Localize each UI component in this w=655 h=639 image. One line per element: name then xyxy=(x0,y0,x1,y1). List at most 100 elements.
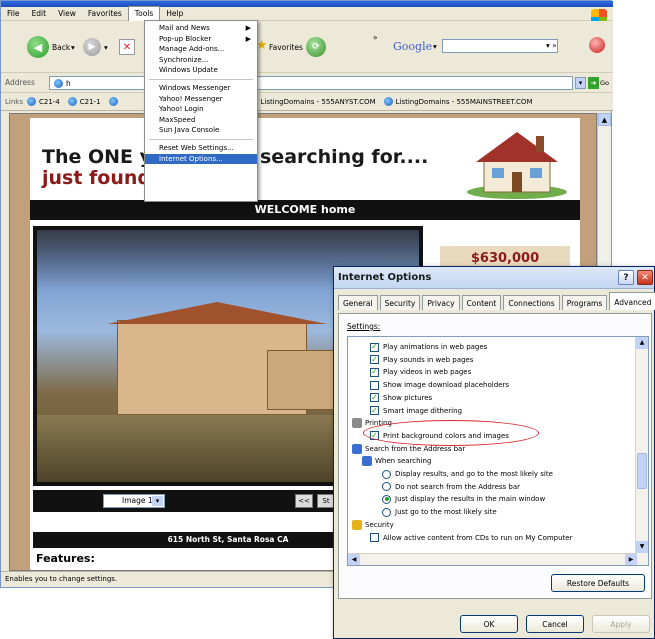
menu-edit[interactable]: Edit xyxy=(26,7,53,21)
cancel-button[interactable]: Cancel xyxy=(526,615,584,633)
radio-button-icon[interactable] xyxy=(382,507,391,517)
ie-page-icon xyxy=(383,97,393,106)
setting-label: Show pictures xyxy=(383,393,433,402)
close-button[interactable]: ✕ xyxy=(637,270,653,285)
toolbar-extra-icon[interactable] xyxy=(589,37,605,53)
setting-checkbox-show-pictures[interactable]: ✓ Show pictures xyxy=(370,392,432,404)
setting-radio-just-display-the-results-in-the-main-window[interactable]: Just display the results in the main win… xyxy=(382,493,545,505)
history-icon[interactable]: ⟳ xyxy=(306,37,326,57)
setting-label: Display results, and go to the most like… xyxy=(395,470,553,478)
menu-item-sun-java-console[interactable]: Sun Java Console xyxy=(145,125,257,136)
headline-part1: The ONE y xyxy=(42,146,153,168)
lock-icon xyxy=(352,519,362,530)
image-select[interactable]: Image 1 ▾ xyxy=(103,494,165,508)
scroll-up-icon[interactable]: ▲ xyxy=(636,337,648,349)
tab-connections[interactable]: Connections xyxy=(503,295,560,310)
menu-item-maxspeed[interactable]: MaxSpeed xyxy=(145,115,257,126)
checkmark-icon[interactable]: ✓ xyxy=(370,342,379,352)
menu-item-pop-up-blocker[interactable]: Pop-up Blocker ▶ xyxy=(145,34,257,45)
back-button[interactable]: ◀ xyxy=(27,36,49,58)
scroll-down-icon[interactable]: ▼ xyxy=(636,541,648,553)
menu-item-yahoo-messenger[interactable]: Yahoo! Messenger xyxy=(145,94,257,105)
menu-item-windows-messenger[interactable]: Windows Messenger xyxy=(145,83,257,94)
menu-item-windows-update[interactable]: Windows Update xyxy=(145,65,257,76)
scroll-up-icon[interactable]: ▲ xyxy=(598,113,611,126)
setting-checkbox-play-sounds-in-web-pages[interactable]: ✓ Play sounds in web pages xyxy=(370,354,473,366)
checkmark-icon[interactable]: ✓ xyxy=(370,406,379,415)
menu-favorites[interactable]: Favorites xyxy=(82,7,128,21)
checkmark-icon[interactable]: ✓ xyxy=(370,367,379,377)
scroll-right-icon[interactable]: ▶ xyxy=(625,554,637,565)
back-dropdown-icon[interactable]: ▾ xyxy=(71,43,75,52)
links-bar: Links C21-4 C21-1 ListingDomains - 555AN… xyxy=(1,93,613,111)
menu-file[interactable]: File xyxy=(1,7,26,21)
highlight-ellipse xyxy=(363,420,539,446)
list-scrollbar[interactable]: ▲ ▼ xyxy=(635,337,648,565)
menu-view[interactable]: View xyxy=(52,7,82,21)
list-hscrollbar[interactable]: ◀ ▶ xyxy=(348,553,637,565)
address-dropdown-icon[interactable]: ▾ xyxy=(575,77,586,89)
setting-radio-just-go-to-the-most-likely-site[interactable]: Just go to the most likely site xyxy=(382,506,497,518)
checkbox-empty-icon[interactable] xyxy=(370,533,379,542)
menu-item-manage-add-ons[interactable]: Manage Add-ons... xyxy=(145,44,257,55)
link-c21-4[interactable]: C21-4 xyxy=(26,97,60,106)
status-text: Enables you to change settings. xyxy=(5,575,118,583)
forward-dropdown-icon[interactable]: ▾ xyxy=(104,43,108,52)
link-555anyst[interactable]: ListingDomains - 555ANYST.COM xyxy=(248,97,376,106)
setting-checkbox-play-videos-in-web-pages[interactable]: ✓ Play videos in web pages xyxy=(370,366,471,378)
scroll-thumb[interactable] xyxy=(637,453,647,489)
toolbar-chevron-icon[interactable]: » xyxy=(373,33,378,42)
link-c21-1[interactable]: C21-1 xyxy=(67,97,101,106)
radio-button-icon[interactable] xyxy=(382,482,391,492)
checkmark-icon[interactable]: ✓ xyxy=(370,393,379,403)
prev-label: << xyxy=(298,497,310,505)
ok-label: OK xyxy=(483,619,495,629)
checkmark-icon[interactable]: ✓ xyxy=(370,355,379,365)
ie-page-icon xyxy=(26,97,36,106)
link-555mainstreet[interactable]: ListingDomains - 555MAINSTREET.COM xyxy=(383,97,532,106)
setting-radio-display-results-and-go-to-the-most-likely-site[interactable]: Display results, and go to the most like… xyxy=(382,468,553,480)
link-more[interactable] xyxy=(108,97,121,106)
menu-item-reset-web-settings[interactable]: Reset Web Settings... xyxy=(145,143,257,154)
apply-button[interactable]: Apply xyxy=(592,615,650,633)
prev-image-button[interactable]: << xyxy=(295,494,313,508)
setting-checkbox-smart-image-dithering[interactable]: ✓ Smart image dithering xyxy=(370,405,462,417)
google-dropdown-icon[interactable]: ▾ xyxy=(433,42,437,51)
radio-button-icon[interactable] xyxy=(382,494,391,504)
submenu-arrow-icon: ▶ xyxy=(245,24,251,32)
setting-radio-do-not-search-from-the-address-bar[interactable]: Do not search from the Address bar xyxy=(382,481,520,493)
google-search-go-icon[interactable]: ▾ » xyxy=(546,41,557,50)
help-button[interactable]: ? xyxy=(618,270,634,285)
tab-general[interactable]: General xyxy=(338,295,378,310)
radio-button-icon[interactable] xyxy=(382,469,391,479)
tab-programs[interactable]: Programs xyxy=(561,295,608,310)
google-logo[interactable]: Google xyxy=(393,40,432,53)
scroll-left-icon[interactable]: ◀ xyxy=(348,554,360,565)
setting-checkbox-play-animations-in-web-pages[interactable]: ✓ Play animations in web pages xyxy=(370,341,487,353)
tab-privacy[interactable]: Privacy xyxy=(422,295,460,310)
menu-tools[interactable]: Tools xyxy=(127,6,161,21)
menu-item-internet-options[interactable]: Internet Options... xyxy=(145,153,257,165)
menu-help[interactable]: Help xyxy=(160,7,189,21)
forward-button[interactable]: ▶ xyxy=(83,38,101,56)
tab-advanced[interactable]: Advanced xyxy=(609,292,655,310)
google-search-input[interactable] xyxy=(442,39,558,53)
go-arrow-icon[interactable]: ➜ xyxy=(588,77,599,89)
checkbox-empty-icon[interactable] xyxy=(370,380,379,390)
setting-checkbox-show-image-download-placeholders[interactable]: Show image download placeholders xyxy=(370,379,509,391)
ok-button[interactable]: OK xyxy=(460,615,518,633)
settings-label: Settings: xyxy=(347,322,381,331)
go-button[interactable]: Go xyxy=(600,79,609,87)
stop-icon[interactable]: ✕ xyxy=(119,39,135,55)
setting-checkbox-allow-active-content-from-cds-to-run-on-my-computer[interactable]: Allow active content from CDs to run on … xyxy=(370,532,572,544)
menu-item-yahoo-login[interactable]: Yahoo! Login xyxy=(145,104,257,115)
favorites-button[interactable]: Favorites xyxy=(269,43,303,52)
tab-security[interactable]: Security xyxy=(379,295,421,310)
menu-item-mail-and-news[interactable]: Mail and News ▶ xyxy=(145,23,257,34)
tab-content[interactable]: Content xyxy=(461,295,502,310)
address-input[interactable]: h xyxy=(49,76,573,90)
menu-item-label: Mail and News xyxy=(159,24,210,32)
photo-house-roof xyxy=(107,302,327,324)
menu-item-synchronize[interactable]: Synchronize... xyxy=(145,55,257,66)
restore-defaults-button[interactable]: Restore Defaults xyxy=(551,574,645,592)
